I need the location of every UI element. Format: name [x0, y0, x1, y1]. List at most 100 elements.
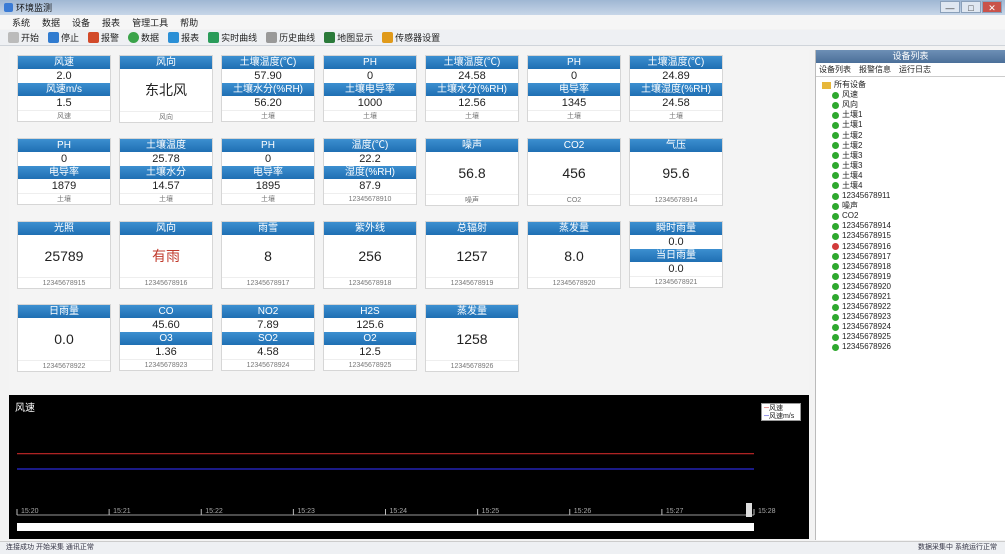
- tree-item[interactable]: 土壤2: [822, 130, 1005, 140]
- chart-legend: ─风速 ─风速m/s: [761, 403, 801, 421]
- card-label: O3: [120, 332, 212, 345]
- tree-item[interactable]: 12345678918: [822, 262, 1005, 272]
- status-dot-icon: [832, 212, 839, 220]
- status-dot-icon: [832, 273, 839, 281]
- status-dot-icon: [832, 243, 839, 251]
- tree-item[interactable]: 12345678926: [822, 342, 1005, 352]
- tree-item-label: 12345678926: [842, 342, 891, 352]
- data-button[interactable]: 数据: [128, 31, 159, 44]
- card-label: H2S: [324, 305, 416, 318]
- sensor-settings-button[interactable]: 传感器设置: [382, 31, 440, 44]
- sensor-card: 土壤温度(℃) 24.58 土壤水分(%RH) 12.56 土壤: [425, 55, 519, 122]
- scroll-handle[interactable]: [746, 503, 752, 517]
- card-label: 湿度(%RH): [324, 166, 416, 179]
- card-label: 噪声: [426, 139, 518, 152]
- realtime-curve-button[interactable]: 实时曲线: [208, 31, 257, 44]
- legend-label: 风速m/s: [768, 413, 795, 420]
- sensor-card: 蒸发量 1258 12345678926: [425, 304, 519, 372]
- menu-help[interactable]: 帮助: [180, 16, 198, 29]
- alarm-button[interactable]: 报警: [88, 31, 119, 44]
- tree-item[interactable]: 12345678911: [822, 191, 1005, 201]
- tree-item[interactable]: 土壤3: [822, 151, 1005, 161]
- tree-item[interactable]: 土壤3: [822, 161, 1005, 171]
- tree-item[interactable]: 12345678923: [822, 312, 1005, 322]
- tab-alarm-info[interactable]: 报警信息: [859, 64, 891, 75]
- card-footer: 土壤: [120, 193, 212, 204]
- tree-item[interactable]: CO2: [822, 211, 1005, 221]
- sensor-card: 土壤温度(℃) 57.90 土壤水分(%RH) 56.20 土壤: [221, 55, 315, 122]
- card-value: 256: [358, 248, 382, 264]
- menu-data[interactable]: 数据: [42, 16, 60, 29]
- chart-svg: 15:20 15:21 15:22 15:23 15:24 15:25 15:26 15:27…: [16, 453, 776, 531]
- tree-item[interactable]: 12345678925: [822, 332, 1005, 342]
- tree-item[interactable]: 12345678919: [822, 272, 1005, 282]
- status-dot-icon: [832, 121, 839, 129]
- tree-item[interactable]: 12345678917: [822, 252, 1005, 262]
- tree-item-label: 土壤1: [842, 120, 863, 130]
- map-button[interactable]: 地图显示: [324, 31, 373, 44]
- card-footer: 12345678920: [528, 277, 620, 288]
- status-dot-icon: [832, 162, 839, 170]
- card-value: 24.58: [662, 97, 690, 109]
- tree-item[interactable]: 土壤2: [822, 141, 1005, 151]
- card-footer: 土壤: [630, 110, 722, 121]
- card-value: 456: [562, 165, 586, 181]
- menu-tools[interactable]: 管理工具: [132, 16, 168, 29]
- tree-item[interactable]: 土壤4: [822, 181, 1005, 191]
- tab-device-list[interactable]: 设备列表: [819, 64, 851, 75]
- chart-scrollbar[interactable]: [17, 523, 754, 531]
- minimize-button[interactable]: —: [940, 1, 960, 13]
- status-dot-icon: [832, 253, 839, 261]
- card-footer: 12345678917: [222, 277, 314, 288]
- status-dot-icon: [832, 111, 839, 119]
- card-label: 风速m/s: [18, 83, 110, 96]
- start-button[interactable]: 开始: [8, 31, 39, 44]
- card-value: 1879: [51, 180, 77, 192]
- menu-report[interactable]: 报表: [102, 16, 120, 29]
- tree-item[interactable]: 12345678922: [822, 302, 1005, 312]
- status-dot-icon: [832, 313, 839, 321]
- tree-root[interactable]: 所有设备: [822, 80, 1005, 90]
- tree-item[interactable]: 12345678920: [822, 282, 1005, 292]
- tree-item[interactable]: 风速: [822, 90, 1005, 100]
- alarm-label: 报警: [101, 33, 120, 43]
- tree-item[interactable]: 12345678916: [822, 242, 1005, 252]
- card-value: 7.89: [257, 319, 279, 331]
- card-footer: 12345678923: [120, 359, 212, 370]
- tree-item[interactable]: 12345678914: [822, 221, 1005, 231]
- close-button[interactable]: ✕: [982, 1, 1002, 13]
- sensor-card: 瞬时雨量 0.0 当日雨量 0.0 12345678921: [629, 221, 723, 288]
- card-label: 气压: [630, 139, 722, 152]
- stop-icon: [48, 32, 60, 43]
- tree-item[interactable]: 12345678921: [822, 292, 1005, 302]
- history-curve-button[interactable]: 历史曲线: [266, 31, 315, 44]
- card-label: 土壤水分(%RH): [222, 83, 314, 96]
- card-label: 电导率: [528, 83, 620, 96]
- report-button[interactable]: 报表: [168, 31, 199, 44]
- tree-item[interactable]: 12345678915: [822, 231, 1005, 241]
- card-value: 1345: [561, 97, 587, 109]
- card-value: 1000: [357, 97, 383, 109]
- app-icon: [4, 3, 13, 12]
- report-label: 报表: [181, 33, 200, 43]
- card-footer: 12345678925: [324, 359, 416, 370]
- card-label: 总辐射: [426, 222, 518, 235]
- menu-system[interactable]: 系统: [12, 16, 30, 29]
- maximize-button[interactable]: □: [961, 1, 981, 13]
- folder-icon: [822, 81, 831, 89]
- tree-item[interactable]: 土壤1: [822, 110, 1005, 120]
- tab-run-log[interactable]: 运行日志: [899, 64, 931, 75]
- x-tick-label: 15:22: [205, 508, 223, 515]
- menu-device[interactable]: 设备: [72, 16, 90, 29]
- sensor-card: 光照 25789 12345678915: [17, 221, 111, 289]
- stop-button[interactable]: 停止: [48, 31, 79, 44]
- tree-item[interactable]: 12345678924: [822, 322, 1005, 332]
- tree-item[interactable]: 土壤4: [822, 171, 1005, 181]
- legend-item-wind-speed: ─风速: [764, 405, 783, 412]
- card-label: CO: [120, 305, 212, 318]
- tree-item-label: 风速: [842, 90, 858, 100]
- sensor-card-grid: 风速 2.0 风速m/s 1.5 风速 风向 东北风 风向 土壤温度(℃) 57.90 土壤水分(%…: [9, 50, 809, 390]
- tree-item[interactable]: 噪声: [822, 201, 1005, 211]
- tree-item[interactable]: 土壤1: [822, 120, 1005, 130]
- tree-item[interactable]: 风向: [822, 100, 1005, 110]
